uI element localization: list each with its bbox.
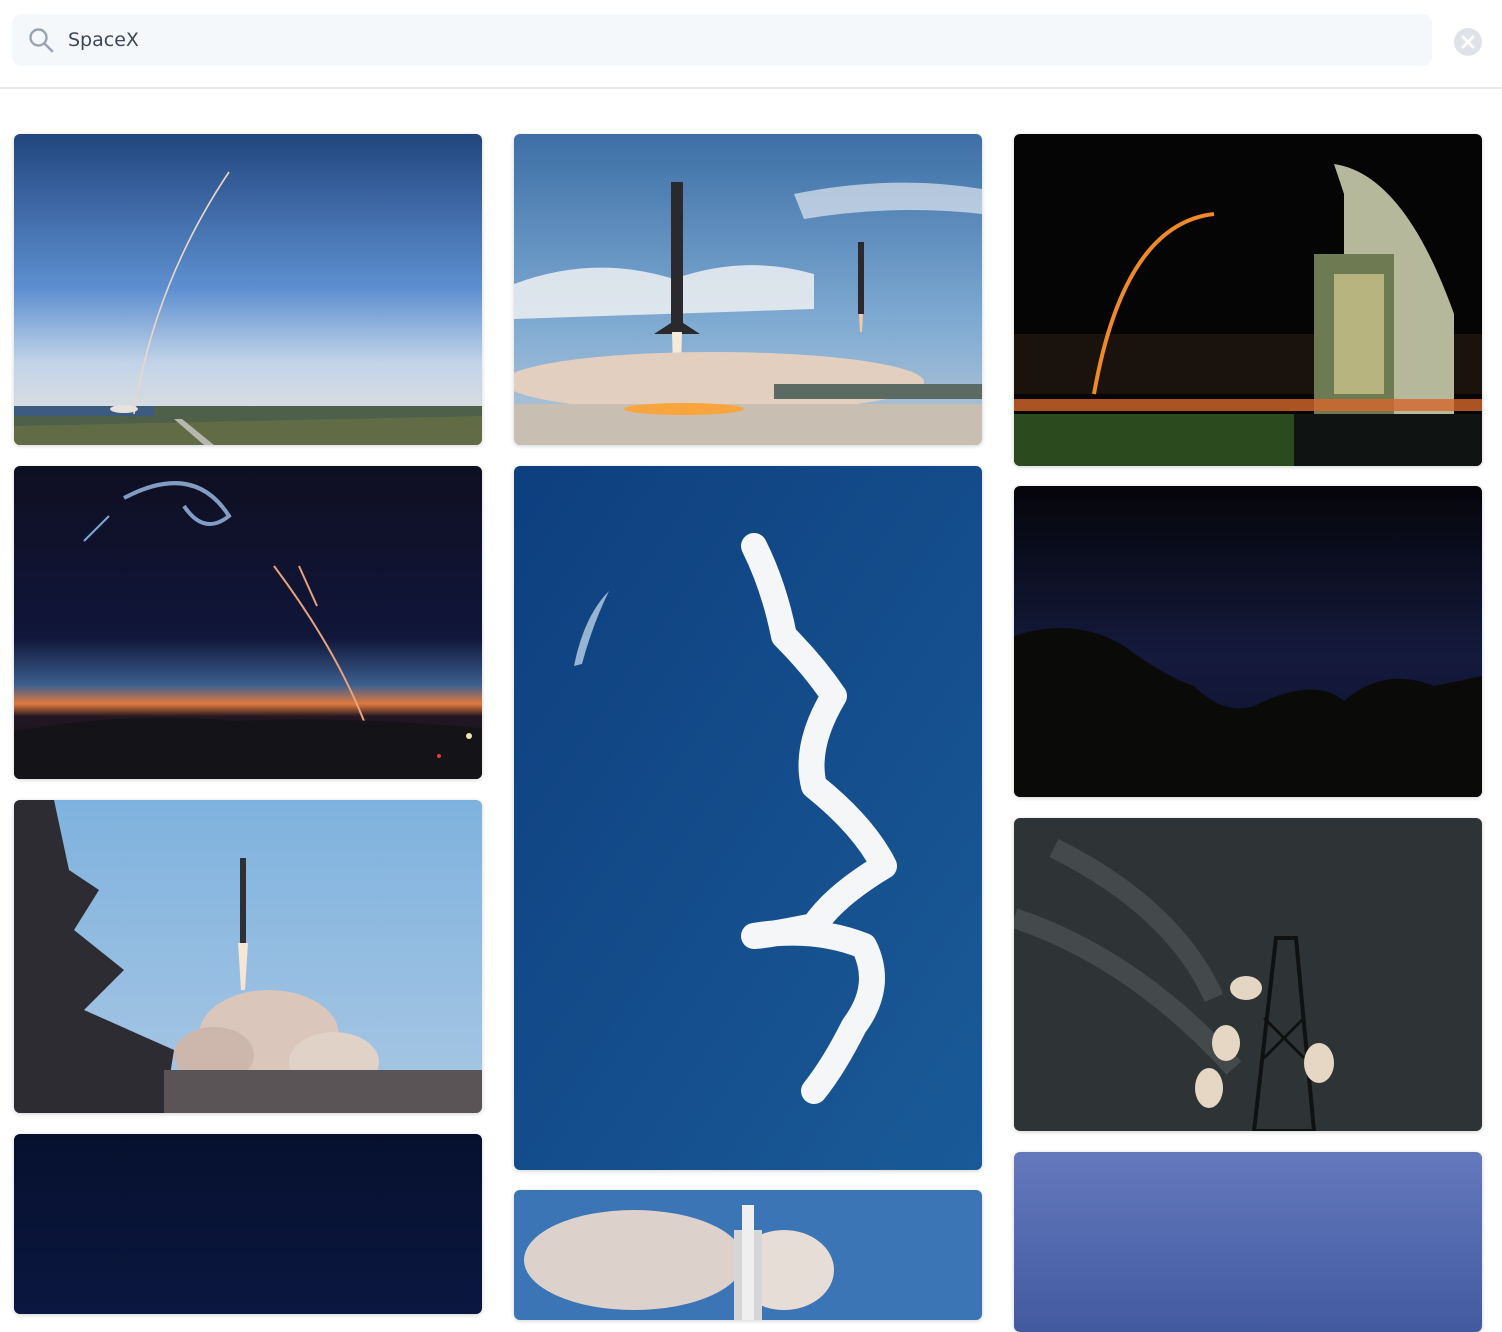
search-input[interactable] (68, 24, 1368, 56)
photo-launch-twilight[interactable] (14, 466, 482, 779)
close-circle-icon (1461, 35, 1475, 49)
clear-search-button[interactable] (1454, 28, 1482, 56)
photo-boosters-landing[interactable] (514, 134, 982, 445)
photo-grid (0, 89, 1502, 1332)
photo-falcon-heavy-launch[interactable] (514, 1190, 982, 1320)
photo-launch-trail-daylight[interactable] (14, 134, 482, 445)
search-icon (29, 28, 54, 53)
photo-liftoff-pine-tree[interactable] (14, 800, 482, 1113)
photo-starry-night-trees[interactable] (1014, 486, 1482, 797)
photo-dark-navy-sky[interactable] (14, 1134, 482, 1314)
photo-night-arc-building[interactable] (1014, 134, 1482, 466)
photo-blue-sky[interactable] (1014, 1152, 1482, 1332)
search-header (0, 0, 1502, 89)
photo-smoke-trail-blue-sky[interactable] (514, 466, 982, 1170)
photo-cell-tower-night[interactable] (1014, 818, 1482, 1131)
